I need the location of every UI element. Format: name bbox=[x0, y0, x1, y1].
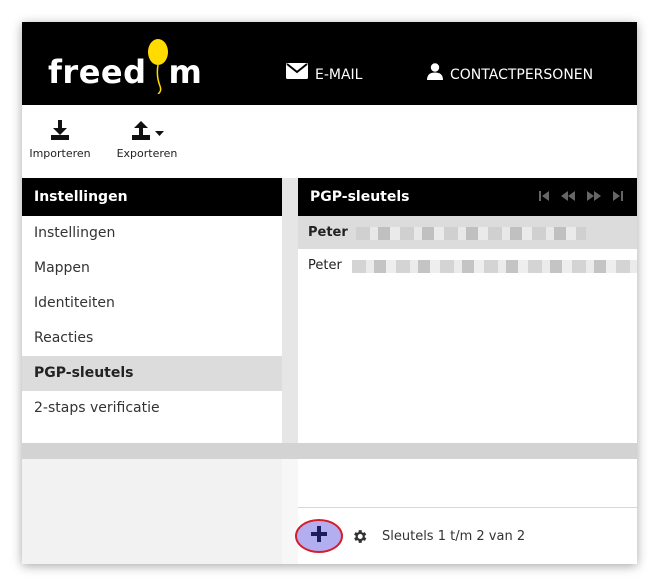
export-button[interactable]: Exporteren bbox=[112, 117, 182, 160]
pgp-keys-panel: PGP-sleutels Peter Peter bbox=[298, 178, 637, 443]
next-page-icon[interactable] bbox=[587, 178, 601, 216]
key-row[interactable]: Peter bbox=[298, 249, 637, 282]
splitter-bottom bbox=[282, 459, 298, 564]
upload-icon bbox=[131, 120, 151, 143]
settings-item-mappen[interactable]: Mappen bbox=[22, 251, 282, 286]
last-page-icon[interactable] bbox=[613, 178, 623, 216]
settings-panel: Instellingen Instellingen Mappen Identit… bbox=[22, 178, 282, 443]
settings-item-instellingen[interactable]: Instellingen bbox=[22, 216, 282, 251]
freedom-logo[interactable]: freed m bbox=[48, 39, 203, 94]
add-key-button[interactable] bbox=[295, 519, 343, 553]
redacted-key-info bbox=[352, 260, 637, 273]
nav-contacts[interactable]: CONTACTPERSONEN bbox=[427, 62, 594, 88]
logo-text-left: freed bbox=[48, 53, 147, 91]
settings-item-identiteiten[interactable]: Identiteiten bbox=[22, 286, 282, 321]
previous-page-icon[interactable] bbox=[561, 178, 575, 216]
pgp-keys-title: PGP-sleutels bbox=[310, 189, 410, 205]
key-row[interactable]: Peter bbox=[298, 216, 637, 249]
nav-email-label: E-MAIL bbox=[315, 67, 363, 83]
pgp-keys-header: PGP-sleutels bbox=[298, 178, 637, 216]
pgp-keys-panel-bottom: Sleutels 1 t/m 2 van 2 bbox=[295, 459, 637, 564]
list-footer: Sleutels 1 t/m 2 van 2 bbox=[295, 507, 637, 564]
download-icon bbox=[50, 120, 70, 143]
import-button[interactable]: Importeren bbox=[25, 117, 95, 160]
gear-icon[interactable] bbox=[351, 528, 368, 545]
app-window: freed m E-MAIL CONTACTPERSONEN Importere… bbox=[22, 22, 637, 564]
envelope-icon bbox=[286, 63, 308, 87]
settings-panel-bottom bbox=[22, 459, 282, 564]
settings-panel-title: Instellingen bbox=[22, 178, 282, 216]
chevron-down-icon bbox=[154, 127, 164, 140]
top-bar: freed m E-MAIL CONTACTPERSONEN bbox=[22, 22, 637, 105]
settings-item-2fa[interactable]: 2-staps verificatie bbox=[22, 391, 282, 426]
records-count: Sleutels 1 t/m 2 van 2 bbox=[382, 528, 526, 544]
panel-splitter[interactable] bbox=[282, 178, 298, 443]
horizontal-divider bbox=[22, 443, 637, 459]
pager bbox=[539, 178, 623, 216]
nav-contacts-label: CONTACTPERSONEN bbox=[450, 67, 594, 83]
export-label: Exporteren bbox=[116, 147, 178, 160]
logo-text-right: m bbox=[168, 53, 203, 91]
toolbar: Importeren Exporteren bbox=[22, 105, 637, 178]
settings-item-pgp-sleutels[interactable]: PGP-sleutels bbox=[22, 356, 282, 391]
balloon-icon bbox=[147, 39, 169, 94]
import-label: Importeren bbox=[29, 147, 91, 160]
settings-item-reacties[interactable]: Reacties bbox=[22, 321, 282, 356]
key-name: Peter bbox=[308, 258, 342, 273]
plus-icon bbox=[311, 526, 327, 546]
first-page-icon[interactable] bbox=[539, 178, 549, 216]
key-name: Peter bbox=[308, 225, 348, 240]
redacted-key-info bbox=[356, 227, 586, 240]
user-icon bbox=[427, 62, 443, 88]
nav-email[interactable]: E-MAIL bbox=[286, 63, 362, 87]
